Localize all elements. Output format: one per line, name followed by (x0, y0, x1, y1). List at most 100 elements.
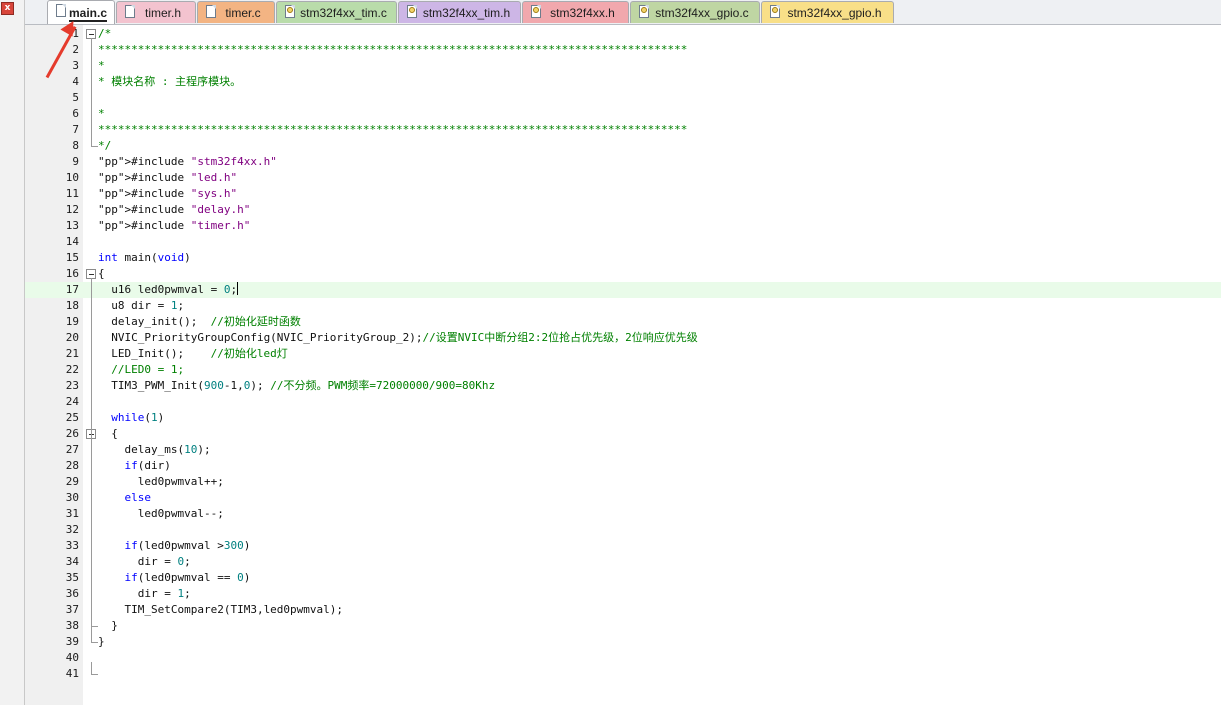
line-number: 32 (65, 523, 79, 536)
tab-label: stm32f4xx_gpio.h (787, 5, 882, 20)
line-number: 23 (65, 379, 79, 392)
code-line[interactable]: 23 TIM3_PWM_Init(900-1,0); //不分频。PWM频率=7… (25, 378, 1221, 394)
code-text: "pp">#include "led.h" (98, 171, 238, 184)
line-number: 19 (65, 315, 79, 328)
code-text: "pp">#include "delay.h" (98, 203, 251, 216)
tab-stm32f4xx-tim-c[interactable]: stm32f4xx_tim.c (276, 1, 397, 23)
code-editor[interactable]: 1/* 2 ************************************… (25, 25, 1221, 705)
code-line[interactable]: 37 TIM_SetCompare2(TIM3,led0pwmval); (25, 602, 1221, 618)
code-text: { (98, 267, 105, 280)
code-line[interactable]: 38 } (25, 618, 1221, 634)
code-line[interactable]: 21 LED_Init(); //初始化led灯 (25, 346, 1221, 362)
tab-stm32f4xx-h[interactable]: stm32f4xx.h (522, 1, 629, 23)
code-text: "pp">#include "sys.h" (98, 187, 238, 200)
code-text: TIM3_PWM_Init(900-1,0); //不分频。PWM频率=7200… (98, 379, 496, 392)
code-line[interactable]: 13 "pp">#include "timer.h" (25, 218, 1221, 234)
fold-end-marker (91, 138, 98, 147)
code-text: delay_init(); //初始化延时函数 (98, 315, 301, 328)
line-number: 15 (65, 251, 79, 264)
line-number: 39 (65, 635, 79, 648)
code-line[interactable]: 6 * (25, 106, 1221, 122)
code-line[interactable]: 15 int main(void) (25, 250, 1221, 266)
code-line[interactable]: 19 delay_init(); //初始化延时函数 (25, 314, 1221, 330)
code-line[interactable]: 14 (25, 234, 1221, 250)
tab-stm32f4xx-tim-h[interactable]: stm32f4xx_tim.h (398, 1, 521, 23)
code-line[interactable]: 32 (25, 522, 1221, 538)
line-number: 4 (72, 75, 79, 88)
line-number: 7 (72, 123, 79, 136)
line-number: 38 (65, 619, 79, 632)
tab-main-c[interactable]: main.c (47, 0, 115, 24)
line-number: 17 (65, 283, 79, 296)
code-line[interactable]: 29 led0pwmval++; (25, 474, 1221, 490)
line-number: 22 (65, 363, 79, 376)
code-text: dir = 1; (98, 587, 191, 600)
code-text: "pp">#include "stm32f4xx.h" (98, 155, 277, 168)
code-line[interactable]: 22 //LED0 = 1; (25, 362, 1221, 378)
code-line[interactable]: 2 ***************************************… (25, 42, 1221, 58)
code-line[interactable]: 12 "pp">#include "delay.h" (25, 202, 1221, 218)
editor-tab-bar: main.c timer.h timer.c stm32f4xx_tim.c s… (25, 0, 1221, 25)
line-number: 9 (72, 155, 79, 168)
code-line[interactable]: 33 if(led0pwmval >300) (25, 538, 1221, 554)
line-number: 29 (65, 475, 79, 488)
code-line[interactable]: 39} (25, 634, 1221, 650)
code-line[interactable]: 3 * (25, 58, 1221, 74)
code-line[interactable]: 40 (25, 650, 1221, 666)
code-line[interactable]: 7 ***************************************… (25, 122, 1221, 138)
code-line[interactable]: 18 u8 dir = 1; (25, 298, 1221, 314)
code-line[interactable]: 4 * 模块名称 : 主程序模块。 (25, 74, 1221, 90)
fold-end-marker (91, 634, 98, 643)
code-line[interactable]: 28 if(dir) (25, 458, 1221, 474)
code-text: int main(void) (98, 251, 191, 264)
line-number: 33 (65, 539, 79, 552)
code-text: ****************************************… (98, 123, 688, 136)
line-number: 34 (65, 555, 79, 568)
line-number: 24 (65, 395, 79, 408)
tab-timer-c[interactable]: timer.c (197, 1, 275, 23)
line-number: 8 (72, 139, 79, 152)
tab-timer-h[interactable]: timer.h (116, 1, 196, 23)
line-number: 36 (65, 587, 79, 600)
code-line[interactable]: 34 dir = 0; (25, 554, 1221, 570)
code-line[interactable]: 1/* (25, 26, 1221, 42)
code-text: */ (98, 139, 112, 152)
code-line[interactable]: 24 (25, 394, 1221, 410)
line-number: 35 (65, 571, 79, 584)
code-line[interactable]: 8 */ (25, 138, 1221, 154)
code-line[interactable]: 17 u16 led0pwmval = 0; (25, 282, 1221, 298)
fold-end-marker (91, 618, 98, 627)
tab-stm32f4xx-gpio-c[interactable]: stm32f4xx_gpio.c (630, 1, 760, 23)
code-line[interactable]: 9 "pp">#include "stm32f4xx.h" (25, 154, 1221, 170)
code-line[interactable]: 20 NVIC_PriorityGroupConfig(NVIC_Priorit… (25, 330, 1221, 346)
close-icon[interactable]: x (1, 2, 14, 15)
code-line[interactable]: 31 led0pwmval--; (25, 506, 1221, 522)
left-panel-strip: x (0, 0, 25, 705)
line-number: 16 (65, 267, 79, 280)
code-line[interactable]: 36 dir = 1; (25, 586, 1221, 602)
line-number: 25 (65, 411, 79, 424)
line-number: 13 (65, 219, 79, 232)
line-number: 41 (65, 667, 79, 680)
code-line[interactable]: 30 else (25, 490, 1221, 506)
fold-guide (91, 38, 92, 146)
code-line[interactable]: 35 if(led0pwmval == 0) (25, 570, 1221, 586)
code-line[interactable]: 41 (25, 666, 1221, 682)
line-number: 28 (65, 459, 79, 472)
code-line[interactable]: 5 (25, 90, 1221, 106)
tab-stm32f4xx-gpio-h[interactable]: stm32f4xx_gpio.h (761, 1, 894, 23)
code-text: * 模块名称 : 主程序模块。 (98, 75, 242, 88)
code-text: NVIC_PriorityGroupConfig(NVIC_PriorityGr… (98, 331, 698, 344)
code-line[interactable]: 11 "pp">#include "sys.h" (25, 186, 1221, 202)
line-number: 2 (72, 43, 79, 56)
code-line[interactable]: 16 { (25, 266, 1221, 282)
code-line[interactable]: 25 while(1) (25, 410, 1221, 426)
code-text: led0pwmval--; (98, 507, 224, 520)
line-number: 30 (65, 491, 79, 504)
code-line[interactable]: 26 { (25, 426, 1221, 442)
ide-window: x main.c timer.h timer.c stm32f4xx_tim.c… (0, 0, 1221, 705)
code-line[interactable]: 27 delay_ms(10); (25, 442, 1221, 458)
code-line[interactable]: 10 "pp">#include "led.h" (25, 170, 1221, 186)
line-number: 18 (65, 299, 79, 312)
code-text: dir = 0; (98, 555, 191, 568)
